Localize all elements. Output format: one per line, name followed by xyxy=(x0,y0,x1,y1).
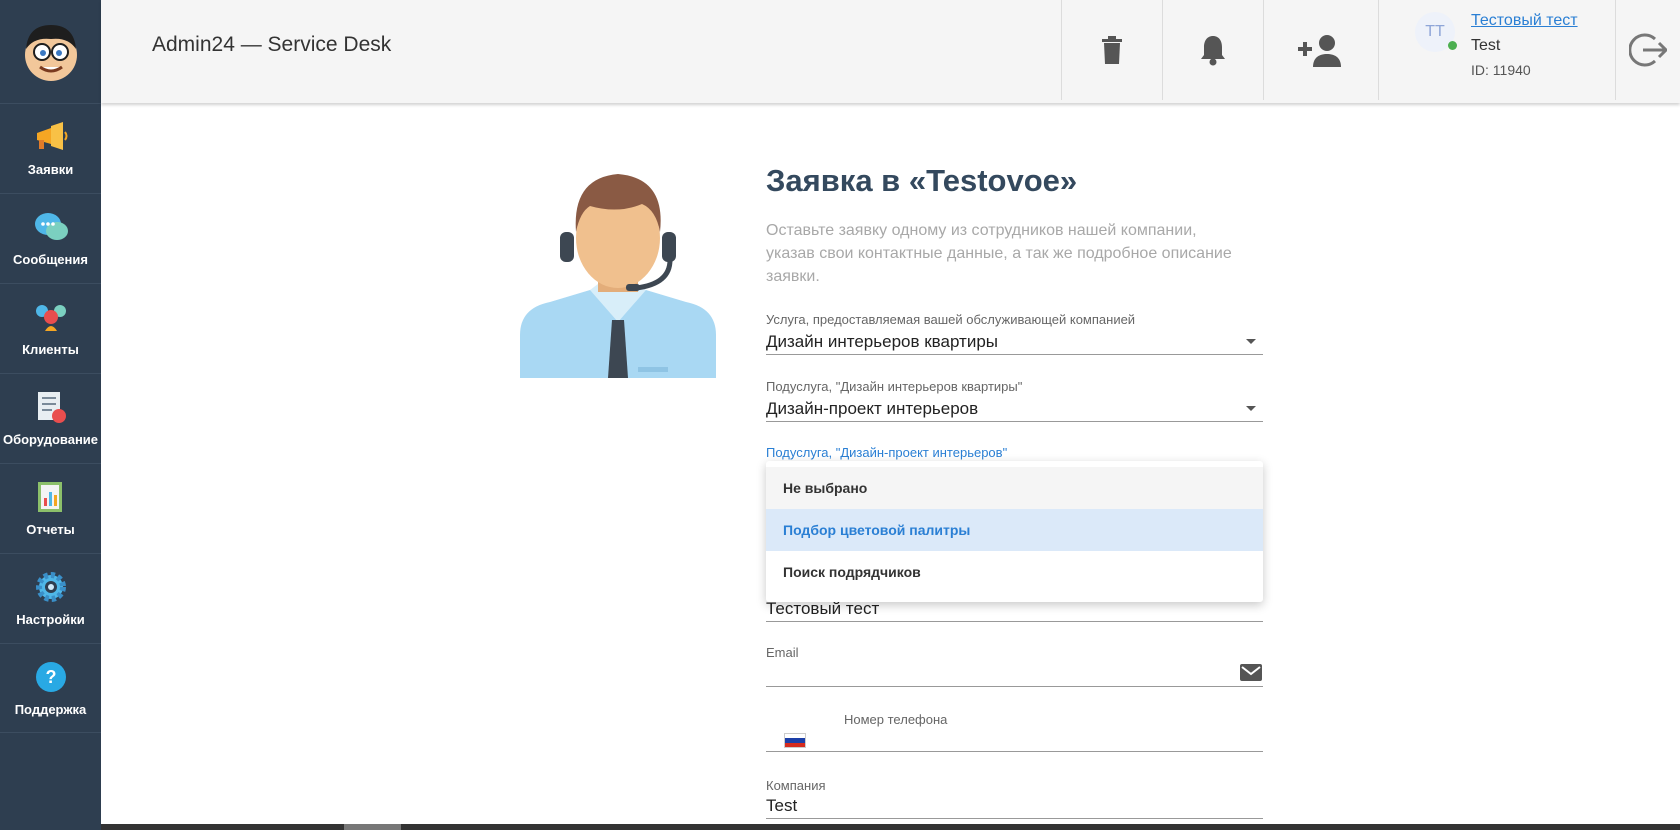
phone-field[interactable]: Номер телефона xyxy=(766,712,1263,752)
app-title: Admin24 — Service Desk xyxy=(152,33,392,56)
email-label: Email xyxy=(766,645,799,660)
sidebar-item-label: Оборудование xyxy=(2,432,99,447)
horizontal-scrollbar[interactable] xyxy=(101,824,1680,830)
gear-icon xyxy=(32,568,70,606)
sidebar: Заявки Сообщения Клиенты Оборудование От… xyxy=(0,0,101,830)
subservice-select[interactable]: Подуслуга, "Дизайн интерьеров квартиры" … xyxy=(766,379,1263,422)
add-user-icon xyxy=(1298,35,1341,67)
phone-value-clipped xyxy=(844,739,1263,749)
subservice2-dropdown-menu: Не выбрано Подбор цветовой палитры Поиск… xyxy=(766,461,1263,602)
company-label: Компания xyxy=(766,778,826,793)
user-id: ID: 11940 xyxy=(1471,62,1531,78)
form-description: Оставьте заявку одному из сотрудников на… xyxy=(766,222,1232,285)
field-underline xyxy=(766,818,1263,819)
add-user-button[interactable] xyxy=(1263,0,1378,100)
field-underline xyxy=(766,751,1263,752)
report-chart-icon xyxy=(32,478,70,516)
subservice-label: Подуслуга, "Дизайн интерьеров квартиры" xyxy=(766,379,1023,394)
service-select[interactable]: Услуга, предоставляемая вашей обслуживаю… xyxy=(766,312,1263,355)
chevron-down-icon xyxy=(1246,406,1256,411)
subservice2-select[interactable]: Подуслуга, "Дизайн-проект интерьеров" xyxy=(766,445,1263,460)
support-agent-illustration xyxy=(520,174,716,378)
sidebar-item-support[interactable]: ? Поддержка xyxy=(0,643,101,733)
sidebar-item-label: Настройки xyxy=(16,612,85,627)
sidebar-item-label: Поддержка xyxy=(14,702,87,717)
sidebar-item-reports[interactable]: Отчеты xyxy=(0,463,101,553)
service-value: Дизайн интерьеров квартиры xyxy=(766,332,998,351)
dropdown-option-none[interactable]: Не выбрано xyxy=(766,467,1263,509)
logout-button[interactable] xyxy=(1615,0,1680,100)
sidebar-item-label: Отчеты xyxy=(26,522,75,537)
field-underline xyxy=(766,354,1263,355)
phone-label: Номер телефона xyxy=(844,712,948,727)
sidebar-item-label: Клиенты xyxy=(22,342,79,357)
trash-button[interactable] xyxy=(1061,0,1162,100)
subservice2-label: Подуслуга, "Дизайн-проект интерьеров" xyxy=(766,445,1008,460)
question-icon: ? xyxy=(32,658,70,696)
chevron-down-icon xyxy=(1246,339,1256,344)
sidebar-item-settings[interactable]: Настройки xyxy=(0,553,101,643)
field-underline xyxy=(766,421,1263,422)
notifications-button[interactable] xyxy=(1162,0,1263,100)
checklist-icon xyxy=(32,388,70,426)
svg-text:?: ? xyxy=(45,667,56,687)
top-header: Admin24 — Service Desk TT Тестовый тест … xyxy=(101,0,1680,103)
company-value: Test xyxy=(766,796,798,815)
megaphone-icon xyxy=(32,118,70,156)
scrollbar-thumb[interactable] xyxy=(344,824,401,830)
subservice-value: Дизайн-проект интерьеров xyxy=(766,399,979,418)
sidebar-item-clients[interactable]: Клиенты xyxy=(0,283,101,373)
user-name-link[interactable]: Тестовый тест xyxy=(1471,12,1578,30)
chat-bubbles-icon xyxy=(32,208,70,246)
online-status-dot xyxy=(1448,41,1457,50)
mascot-logo-icon xyxy=(24,24,77,81)
logout-icon xyxy=(1629,33,1667,67)
mail-icon xyxy=(1240,664,1262,681)
email-value-clipped xyxy=(766,672,1263,682)
logo[interactable] xyxy=(0,0,101,103)
bell-icon xyxy=(1201,36,1225,66)
field-underline xyxy=(766,686,1263,687)
sidebar-item-label: Сообщения xyxy=(13,252,88,267)
form-title: Заявка в «Testovoe» xyxy=(766,163,1078,198)
clients-icon xyxy=(32,298,70,336)
field-underline xyxy=(766,621,1263,622)
trash-icon xyxy=(1102,36,1122,64)
service-label: Услуга, предоставляемая вашей обслуживаю… xyxy=(766,312,1136,327)
email-field[interactable]: Email xyxy=(766,645,1263,687)
country-flag-icon[interactable] xyxy=(784,733,806,748)
sidebar-item-label: Заявки xyxy=(27,162,74,177)
sidebar-divider xyxy=(0,732,101,733)
dropdown-option-color-palette[interactable]: Подбор цветовой палитры xyxy=(766,509,1263,551)
dropdown-option-find-contractors[interactable]: Поиск подрядчиков xyxy=(766,551,1263,593)
company-field[interactable]: Компания Test xyxy=(766,778,1263,819)
sidebar-item-messages[interactable]: Сообщения xyxy=(0,193,101,283)
sidebar-item-equipment[interactable]: Оборудование xyxy=(0,373,101,463)
user-profile[interactable]: TT Тестовый тест Test ID: 11940 xyxy=(1378,0,1615,100)
sidebar-item-requests[interactable]: Заявки xyxy=(0,103,101,193)
user-company: Test xyxy=(1471,37,1501,54)
